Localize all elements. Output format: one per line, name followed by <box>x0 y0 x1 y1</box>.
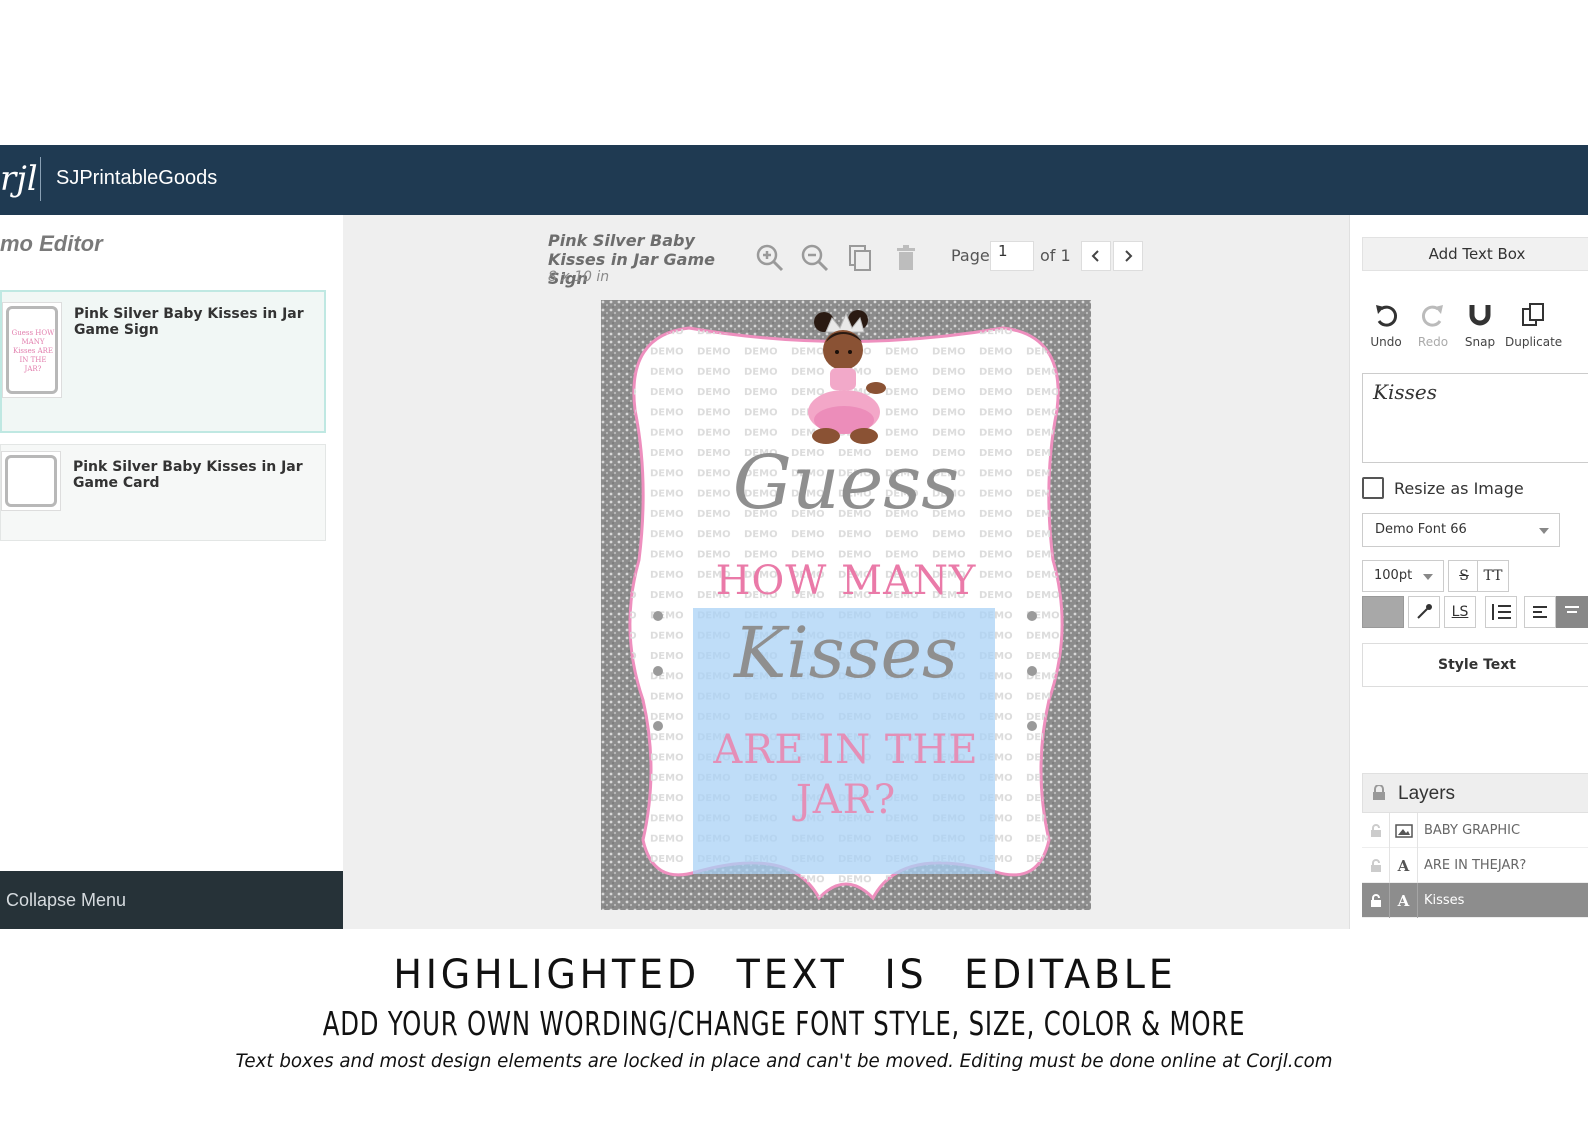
product-item-game-card[interactable]: Pink Silver Baby Kisses in Jar Game Card <box>0 444 326 541</box>
redo-button[interactable]: Redo <box>1409 301 1457 349</box>
page-number-input[interactable]: 1 <box>990 241 1034 271</box>
next-page-button[interactable] <box>1113 241 1143 271</box>
product-item-game-sign[interactable]: Guess HOW MANY Kisses ARE IN THE JAR? Pi… <box>0 290 326 433</box>
letter-spacing-icon: LS <box>1451 604 1469 620</box>
font-family-select[interactable]: Demo Font 66 <box>1362 513 1560 547</box>
align-left-icon <box>1533 606 1547 618</box>
layer-name: ARE IN THEJAR? <box>1424 858 1527 873</box>
collapse-menu-label: Collapse Menu <box>6 890 127 910</box>
undo-icon <box>1376 305 1397 327</box>
baby-graphic[interactable] <box>796 302 906 452</box>
prev-page-button[interactable] <box>1081 241 1111 271</box>
copy-icon[interactable] <box>844 241 878 275</box>
zoom-in-icon[interactable] <box>753 241 787 275</box>
design-canvas[interactable]: DEMO Guess HOW MANY <box>601 300 1091 910</box>
left-sidebar: mo Editor Guess HOW MANY Kisses ARE IN T… <box>0 215 343 929</box>
layers-title: Layers <box>1398 783 1456 804</box>
caption-headline: HIGHLIGHTED TEXT IS EDITABLE <box>393 952 1177 998</box>
undo-label: Undo <box>1370 335 1402 349</box>
lock-icon <box>1373 785 1385 800</box>
snap-button[interactable]: Snap <box>1456 301 1504 349</box>
caption-note: Text boxes and most design elements are … <box>235 1050 1333 1072</box>
align-left-button[interactable] <box>1524 596 1556 628</box>
product-name: Pink Silver Baby Kisses in Jar Game Sign <box>74 306 304 338</box>
font-family-value: Demo Font 66 <box>1375 522 1467 537</box>
page-label: Page <box>951 246 990 265</box>
text-type-icon: A <box>1390 883 1418 918</box>
strikethrough-button[interactable]: S <box>1448 560 1480 592</box>
design-text-kisses[interactable]: Kisses <box>601 612 1091 694</box>
resize-as-image-label: Resize as Image <box>1394 479 1524 498</box>
duplicate-icon <box>1522 303 1544 326</box>
resize-as-image-checkbox[interactable] <box>1362 477 1384 499</box>
eyedropper-button[interactable] <box>1408 596 1440 628</box>
chevron-down-icon <box>1423 574 1433 580</box>
unlock-icon[interactable] <box>1362 848 1390 883</box>
font-size-value: 100pt <box>1374 568 1413 583</box>
chevron-down-icon <box>1539 528 1549 534</box>
editor-canvas-area: Pink Silver Baby Kisses in Jar Game Sign… <box>343 215 1349 929</box>
layers-header[interactable]: Layers <box>1362 773 1588 813</box>
text-caps-button[interactable]: TT <box>1477 560 1509 592</box>
collapse-menu-button[interactable]: Collapse Menu <box>0 871 343 929</box>
text-content-field[interactable]: Kisses <box>1362 373 1588 463</box>
line-height-button[interactable] <box>1485 596 1517 628</box>
top-nav-bar: rjl SJPrintableGoods <box>0 145 1588 215</box>
zoom-out-icon[interactable] <box>798 241 832 275</box>
redo-label: Redo <box>1417 335 1449 349</box>
design-text-line: ARE IN THE <box>713 727 979 773</box>
text-color-swatch[interactable] <box>1362 596 1404 628</box>
redo-icon <box>1422 305 1443 327</box>
add-text-box-button[interactable]: Add Text Box <box>1362 237 1588 271</box>
document-size: 8 x 10 in <box>548 269 610 285</box>
align-center-button[interactable] <box>1556 596 1588 628</box>
style-text-button[interactable]: Style Text <box>1362 643 1588 687</box>
design-text-line: JAR? <box>795 777 897 823</box>
font-size-select[interactable]: 100pt <box>1362 560 1444 592</box>
snap-label: Snap <box>1464 335 1496 349</box>
design-text-how-many[interactable]: HOW MANY <box>601 558 1091 604</box>
duplicate-button[interactable]: Duplicate <box>1505 301 1563 349</box>
layer-row[interactable]: BABY GRAPHIC <box>1362 813 1588 848</box>
page-count: of 1 <box>1040 246 1071 265</box>
layer-row-active[interactable]: A Kisses <box>1362 883 1588 918</box>
caption-subheadline: ADD YOUR OWN WORDING/CHANGE FONT STYLE, … <box>322 1004 1246 1043</box>
product-thumbnail <box>1 451 61 511</box>
letter-spacing-button[interactable]: LS <box>1444 596 1476 628</box>
trash-icon[interactable] <box>889 241 923 275</box>
unlock-icon[interactable] <box>1362 883 1390 918</box>
sidebar-title: mo Editor <box>0 231 103 256</box>
product-name: Pink Silver Baby Kisses in Jar Game Card <box>73 459 303 491</box>
right-properties-panel: Add Text Box Undo Redo Snap Duplicate Ki… <box>1349 215 1588 929</box>
thumbnail-frame <box>5 455 57 507</box>
line-height-icon <box>1492 604 1511 620</box>
layers-panel: Layers BABY GRAPHIC A ARE IN THEJAR? A K… <box>1362 773 1588 918</box>
strikethrough-icon: S <box>1459 568 1469 584</box>
undo-button[interactable]: Undo <box>1362 301 1410 349</box>
design-text-guess[interactable]: Guess <box>601 440 1091 526</box>
caps-icon: TT <box>1483 568 1503 584</box>
layer-name: BABY GRAPHIC <box>1424 823 1521 838</box>
layer-row[interactable]: A ARE IN THEJAR? <box>1362 848 1588 883</box>
chevron-right-icon <box>1125 250 1133 262</box>
unlock-icon[interactable] <box>1362 813 1390 848</box>
chevron-left-icon <box>1091 250 1099 262</box>
logo-divider <box>40 157 41 201</box>
brand-name[interactable]: SJPrintableGoods <box>56 167 217 190</box>
thumbnail-text: Guess HOW MANY Kisses ARE IN THE JAR? <box>11 329 55 373</box>
duplicate-label: Duplicate <box>1505 335 1563 349</box>
text-type-icon: A <box>1390 848 1418 883</box>
magnet-icon <box>1469 305 1491 326</box>
design-text-are-in-the-jar[interactable]: ARE IN THE JAR? <box>601 725 1091 825</box>
image-icon <box>1390 813 1418 848</box>
corjl-logo[interactable]: rjl <box>0 159 38 199</box>
layer-name: Kisses <box>1424 893 1465 908</box>
product-thumbnail: Guess HOW MANY Kisses ARE IN THE JAR? <box>2 302 62 398</box>
eyedropper-icon <box>1417 604 1432 619</box>
align-center-icon <box>1565 606 1579 613</box>
